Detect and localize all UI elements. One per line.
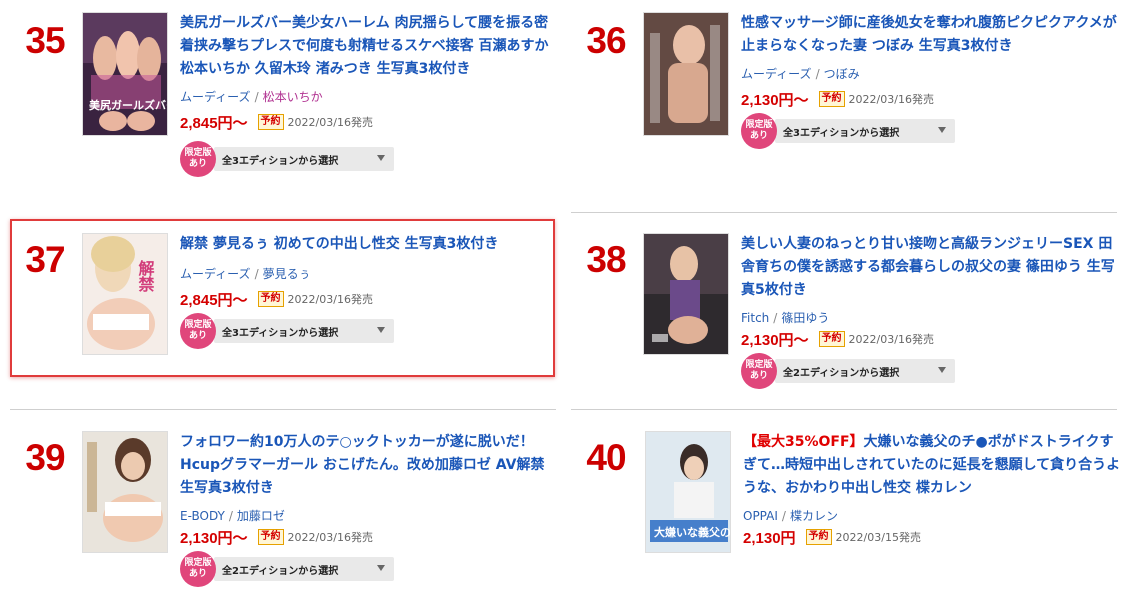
thumbnail-caption: 大嫌いな義父の xyxy=(654,525,731,539)
reserve-badge: 予約 xyxy=(818,331,845,347)
badge-line-1: 限定版 xyxy=(184,558,212,568)
rank-number: 40 xyxy=(586,437,626,478)
price: 2,130円 xyxy=(743,529,796,547)
row-divider xyxy=(10,409,556,410)
edition-select-label: 全3エディションから選択 xyxy=(783,127,900,139)
edition-select-label: 全2エディションから選択 xyxy=(222,565,339,577)
actress-link[interactable]: 篠田ゆう xyxy=(781,311,829,325)
chevron-down-icon xyxy=(377,327,385,333)
actress-link[interactable]: 夢見るぅ xyxy=(263,267,311,281)
edition-select-label: 全3エディションから選択 xyxy=(222,155,339,167)
rank-number: 38 xyxy=(586,239,626,280)
chevron-down-icon xyxy=(377,155,385,161)
product-title-link[interactable]: 美尻ガールズバー美少女ハーレム 肉尻揺らして腰を振る密着挟み撃ちプレスで何度も射… xyxy=(180,12,560,81)
thumbnail-caption: 解禁 xyxy=(136,259,155,293)
release-date: 2022/03/16発売 xyxy=(287,116,373,129)
reserve-badge: 予約 xyxy=(257,114,284,130)
actress-link[interactable]: 楪カレン xyxy=(790,509,838,523)
actress-link[interactable]: つぼみ xyxy=(824,67,860,81)
release-date: 2022/03/15発売 xyxy=(835,531,921,544)
maker-link[interactable]: OPPAI xyxy=(743,509,778,523)
badge-line-1: 限定版 xyxy=(184,320,212,330)
limited-edition-badge: 限定版 あり xyxy=(180,141,216,177)
row-divider xyxy=(571,212,1117,213)
edition-select[interactable]: 全2エディションから選択 xyxy=(214,557,394,581)
actress-link[interactable]: 加藤ロゼ xyxy=(237,509,285,523)
rank-number: 39 xyxy=(25,437,65,478)
rank-number: 37 xyxy=(25,239,65,280)
edition-select[interactable]: 全3エディションから選択 xyxy=(214,147,394,171)
chevron-down-icon xyxy=(938,127,946,133)
reserve-badge: 予約 xyxy=(257,291,284,307)
edition-select[interactable]: 全3エディションから選択 xyxy=(775,119,955,143)
thumbnail-caption: 美尻ガールズバー xyxy=(89,98,168,112)
product-thumbnail[interactable] xyxy=(643,12,729,136)
maker-link[interactable]: ムーディーズ xyxy=(180,90,251,104)
badge-line-1: 限定版 xyxy=(745,120,773,130)
product-title-link[interactable]: 性感マッサージ師に産後処女を奪われ腹筋ピクピクアクメが止まらなくなった妻 つぼみ… xyxy=(741,12,1121,58)
product-thumbnail[interactable]: 解禁 xyxy=(82,233,168,355)
badge-line-2: あり xyxy=(188,569,207,579)
badge-line-2: あり xyxy=(749,131,768,141)
badge-line-1: 限定版 xyxy=(184,148,212,158)
price: 2,845円〜 xyxy=(180,114,248,132)
chevron-down-icon xyxy=(377,565,385,571)
badge-line-2: あり xyxy=(749,371,768,381)
release-date: 2022/03/16発売 xyxy=(287,293,373,306)
reserve-badge: 予約 xyxy=(257,529,284,545)
edition-select-label: 全2エディションから選択 xyxy=(783,367,900,379)
product-title-link[interactable]: フォロワー約10万人のテ○ックトッカーが遂に脱いだ！ Hcupグラマーガール お… xyxy=(180,431,560,500)
product-thumbnail[interactable] xyxy=(82,431,168,553)
limited-edition-badge: 限定版 あり xyxy=(180,551,216,587)
product-thumbnail[interactable]: 大嫌いな義父の xyxy=(645,431,731,553)
release-date: 2022/03/16発売 xyxy=(848,333,934,346)
edition-select[interactable]: 全3エディションから選択 xyxy=(214,319,394,343)
maker-link[interactable]: ムーディーズ xyxy=(180,267,251,281)
rank-number: 35 xyxy=(25,20,65,61)
product-title-link[interactable]: 美しい人妻のねっとり甘い接吻と高級ランジェリーSEX 田舎育ちの僕を誘惑する都会… xyxy=(741,233,1121,302)
price: 2,130円〜 xyxy=(741,331,809,349)
product-thumbnail[interactable] xyxy=(643,233,729,355)
maker-link[interactable]: E-BODY xyxy=(180,509,225,523)
reserve-badge: 予約 xyxy=(805,529,832,545)
badge-line-2: あり xyxy=(188,331,207,341)
product-title-link[interactable]: 解禁 夢見るぅ 初めての中出し性交 生写真3枚付き xyxy=(180,233,560,256)
actress-link[interactable]: 松本いちか xyxy=(263,90,323,104)
promo-label: 【最大35%OFF】 xyxy=(743,434,864,450)
badge-line-2: あり xyxy=(188,159,207,169)
maker-link[interactable]: Fitch xyxy=(741,311,769,325)
limited-edition-badge: 限定版 あり xyxy=(741,353,777,389)
badge-line-1: 限定版 xyxy=(745,360,773,370)
maker-link[interactable]: ムーディーズ xyxy=(741,67,812,81)
edition-select[interactable]: 全2エディションから選択 xyxy=(775,359,955,383)
rank-number: 36 xyxy=(586,20,626,61)
release-date: 2022/03/16発売 xyxy=(287,531,373,544)
product-title-link[interactable]: 【最大35%OFF】大嫌いな義父のチ●ポがドストライクすぎて…時短中出しされてい… xyxy=(743,431,1121,500)
row-divider xyxy=(571,409,1117,410)
chevron-down-icon xyxy=(938,367,946,373)
price: 2,130円〜 xyxy=(741,91,809,109)
price: 2,845円〜 xyxy=(180,291,248,309)
product-thumbnail[interactable]: 美尻ガールズバー xyxy=(82,12,168,136)
price: 2,130円〜 xyxy=(180,529,248,547)
edition-select-label: 全3エディションから選択 xyxy=(222,327,339,339)
limited-edition-badge: 限定版 あり xyxy=(180,313,216,349)
limited-edition-badge: 限定版 あり xyxy=(741,113,777,149)
reserve-badge: 予約 xyxy=(818,91,845,107)
release-date: 2022/03/16発売 xyxy=(848,93,934,106)
